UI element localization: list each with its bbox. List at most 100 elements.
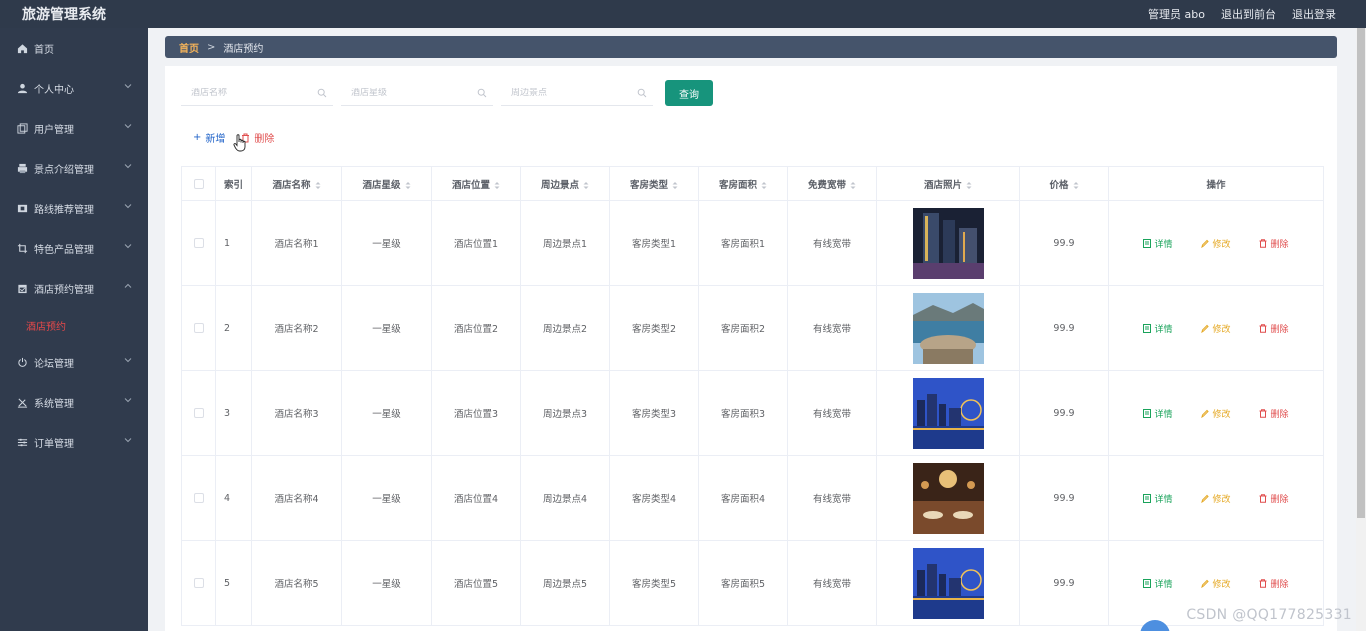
col-nearby-spot[interactable]: 周边景点 <box>520 166 610 201</box>
row-select-cell <box>181 455 216 541</box>
sidebar-item-users[interactable]: 用户管理 <box>0 108 148 148</box>
detail-label: 详情 <box>1154 579 1173 590</box>
edit-button[interactable]: 修改 <box>1201 492 1231 505</box>
search-bar: 查询 <box>181 80 713 106</box>
col-index: 索引 <box>215 166 252 201</box>
sidebar-item-routes[interactable]: 路线推荐管理 <box>0 188 148 228</box>
col-free-wifi[interactable]: 免费宽带 <box>787 166 877 201</box>
col-hotel-name[interactable]: 酒店名称 <box>251 166 342 201</box>
sidebar-item-label: 用户管理 <box>34 124 74 136</box>
col-room-type[interactable]: 客房类型 <box>609 166 699 201</box>
hotel-name-search <box>181 80 333 106</box>
sidebar-subitem-hotel-booking[interactable]: 酒店预约 <box>0 308 148 342</box>
cell-room-area: 客房面积1 <box>698 200 788 286</box>
cell-index: 1 <box>215 200 252 286</box>
table-row: 3 酒店名称3 一星级 酒店位置3 周边景点3 客房类型3 客房面积3 有线宽带 99.9 详情 修… <box>181 370 1324 456</box>
edit-button[interactable]: 修改 <box>1201 577 1231 590</box>
delete-label: 删除 <box>1270 324 1289 335</box>
back-to-front-link[interactable]: 退出到前台 <box>1221 6 1276 22</box>
cell-nearby-spot: 周边景点3 <box>520 370 610 456</box>
hotel-photo <box>912 462 984 534</box>
top-header: 旅游管理系统 管理员 abo 退出到前台 退出登录 <box>0 0 1366 28</box>
edit-button[interactable]: 修改 <box>1201 322 1231 335</box>
row-checkbox[interactable] <box>193 238 204 248</box>
detail-button[interactable]: 详情 <box>1143 407 1173 420</box>
sidebar-item-home[interactable]: 首页 <box>0 28 148 68</box>
add-button[interactable]: + 新增 <box>193 130 225 145</box>
delete-button[interactable]: 删除 <box>1259 322 1289 335</box>
row-checkbox[interactable] <box>193 578 204 588</box>
logout-link[interactable]: 退出登录 <box>1292 6 1336 22</box>
select-all-checkbox[interactable] <box>193 178 204 189</box>
row-checkbox[interactable] <box>193 493 204 503</box>
cell-free-wifi: 有线宽带 <box>787 455 877 541</box>
detail-button[interactable]: 详情 <box>1143 492 1173 505</box>
col-label: 酒店位置 <box>451 179 490 191</box>
detail-button[interactable]: 详情 <box>1143 322 1173 335</box>
col-hotel-location[interactable]: 酒店位置 <box>431 166 521 201</box>
cell-nearby-spot: 周边景点4 <box>520 455 610 541</box>
breadcrumb-home[interactable]: 首页 <box>179 40 199 55</box>
pencil-icon <box>1201 409 1210 418</box>
delete-label: 删除 <box>1270 579 1289 590</box>
pencil-icon <box>1201 494 1210 503</box>
hotel-star-input[interactable] <box>351 87 471 98</box>
hotel-booking-table: 索引 酒店名称 酒店星级 酒店位置 周边景点 客房类型 客房面积 免费宽带 酒店… <box>181 166 1324 626</box>
detail-button[interactable]: 详情 <box>1143 577 1173 590</box>
delete-label: 删除 <box>1270 494 1289 505</box>
sort-icon <box>583 181 589 189</box>
scrollbar-thumb[interactable] <box>1357 28 1365 518</box>
query-button[interactable]: 查询 <box>665 80 713 106</box>
trash-icon <box>1259 408 1267 418</box>
pencil-icon <box>1201 579 1210 588</box>
sidebar-item-personal[interactable]: 个人中心 <box>0 68 148 108</box>
sidebar-item-system[interactable]: 系统管理 <box>0 382 148 422</box>
cell-hotel-photo <box>876 455 1020 541</box>
delete-button[interactable]: 删除 <box>1259 492 1289 505</box>
edit-button[interactable]: 修改 <box>1201 407 1231 420</box>
row-checkbox[interactable] <box>193 408 204 418</box>
col-room-area[interactable]: 客房面积 <box>698 166 788 201</box>
edit-label: 修改 <box>1212 409 1231 420</box>
cell-room-type: 客房类型2 <box>609 285 699 371</box>
document-icon <box>1143 493 1152 503</box>
sidebar-item-label: 景点介绍管理 <box>34 164 94 176</box>
tools-icon <box>16 396 28 408</box>
sidebar-item-forum[interactable]: 论坛管理 <box>0 342 148 382</box>
trash-icon <box>1259 493 1267 503</box>
row-select-cell <box>181 200 216 286</box>
delete-button[interactable]: 删除 <box>1259 237 1289 250</box>
hotel-name-input[interactable] <box>191 87 311 98</box>
cell-hotel-name: 酒店名称1 <box>251 200 342 286</box>
nearby-spot-search <box>501 80 653 106</box>
sidebar-item-hotel-booking[interactable]: 酒店预约管理 <box>0 268 148 308</box>
row-checkbox[interactable] <box>193 323 204 333</box>
sort-icon <box>761 181 767 189</box>
hotel-photo <box>912 207 984 279</box>
detail-button[interactable]: 详情 <box>1143 237 1173 250</box>
cell-nearby-spot: 周边景点2 <box>520 285 610 371</box>
current-user: 管理员 abo <box>1148 8 1205 21</box>
crop-icon <box>16 242 28 254</box>
col-hotel-star[interactable]: 酒店星级 <box>341 166 432 201</box>
header-actions: 管理员 abo 退出到前台 退出登录 <box>1148 6 1336 22</box>
col-price[interactable]: 价格 <box>1019 166 1109 201</box>
cell-hotel-location: 酒店位置4 <box>431 455 521 541</box>
delete-button[interactable]: 删除 <box>1259 577 1289 590</box>
chevron-down-icon <box>124 358 132 363</box>
cell-room-type: 客房类型1 <box>609 200 699 286</box>
sidebar-item-label: 首页 <box>34 44 54 56</box>
delete-button[interactable]: 删除 <box>1259 407 1289 420</box>
breadcrumb-current: 酒店预约 <box>223 43 264 55</box>
sidebar-item-scenic[interactable]: 景点介绍管理 <box>0 148 148 188</box>
cell-hotel-star: 一星级 <box>341 200 432 286</box>
col-hotel-photo[interactable]: 酒店照片 <box>876 166 1020 201</box>
sidebar-item-products[interactable]: 特色产品管理 <box>0 228 148 268</box>
nearby-spot-input[interactable] <box>511 87 631 98</box>
sidebar-item-orders[interactable]: 订单管理 <box>0 422 148 462</box>
cell-price: 99.9 <box>1019 540 1109 626</box>
edit-button[interactable]: 修改 <box>1201 237 1231 250</box>
cell-hotel-star: 一星级 <box>341 540 432 626</box>
chevron-down-icon <box>124 124 132 129</box>
search-icon <box>637 88 647 98</box>
